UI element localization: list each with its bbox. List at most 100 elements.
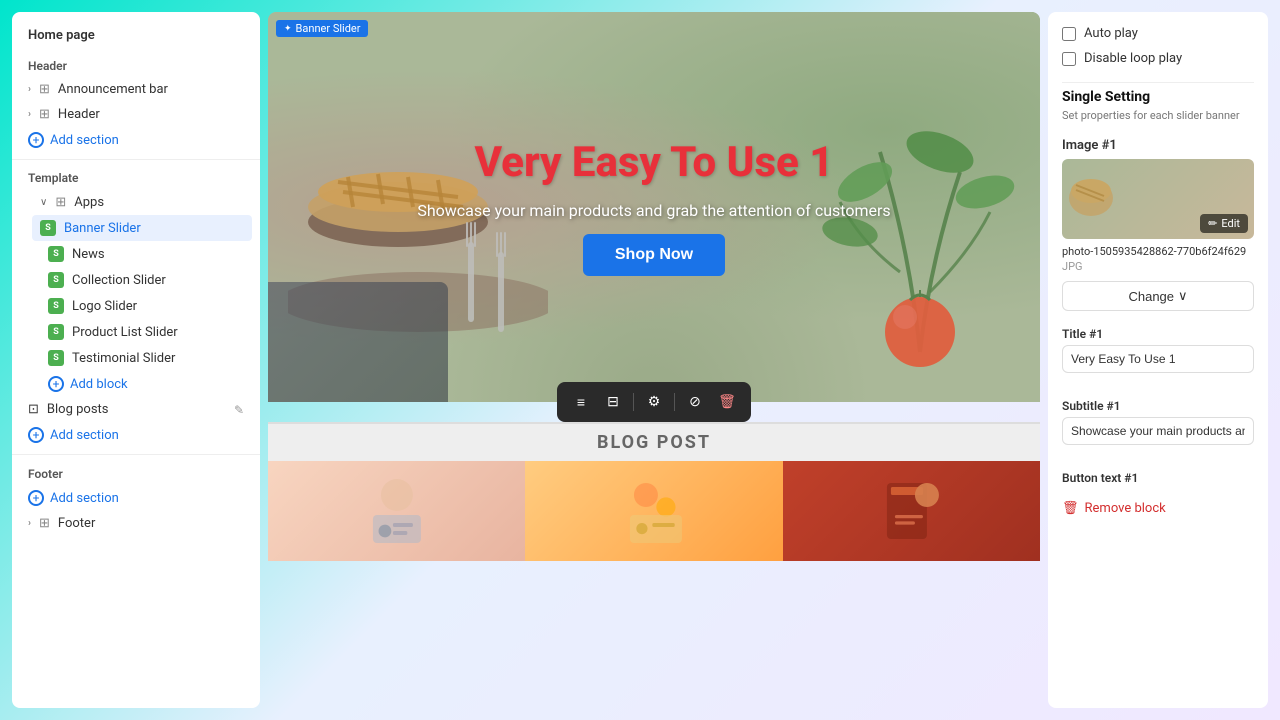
s-badge-product: S [48, 324, 64, 340]
add-section-template-label: Add section [50, 428, 119, 443]
single-setting-section: Single Setting Set properties for each s… [1062, 89, 1254, 122]
single-setting-title: Single Setting [1062, 89, 1254, 105]
add-section-header-label: Add section [50, 133, 119, 148]
trash-icon: 🗑 [1062, 501, 1079, 516]
blog-posts-label: Blog posts [47, 402, 109, 417]
banner-subtitle: Showcase your main products and grab the… [417, 201, 890, 220]
image-ext: JPG [1062, 260, 1254, 273]
blog-image-2 [525, 461, 782, 561]
grid-icon: ⊞ [39, 82, 50, 97]
chevron-down-icon: ∨ [1178, 288, 1188, 304]
banner-slider-label: Banner Slider [64, 221, 141, 236]
image-edit-button[interactable]: ✏ Edit [1200, 214, 1248, 233]
right-settings-panel: Auto play Disable loop play Single Setti… [1048, 12, 1268, 708]
product-list-slider-label: Product List Slider [72, 325, 178, 340]
single-setting-sub: Set properties for each slider banner [1062, 109, 1254, 122]
sidebar-item-news[interactable]: S News [24, 241, 260, 267]
disable-loop-row: Disable loop play [1062, 51, 1254, 66]
collection-slider-label: Collection Slider [72, 273, 166, 288]
image-filename: photo-1505935428862-770b6f24f629 [1062, 245, 1254, 258]
toolbar-block-button[interactable]: ⊘ [681, 388, 709, 416]
sidebar-item-collection-slider[interactable]: S Collection Slider [24, 267, 260, 293]
blog-edit-icon[interactable]: ✎ [234, 403, 244, 417]
banner-slider-section: ✦ Banner Slider [268, 12, 1040, 402]
plus-circle-template: + [28, 427, 44, 443]
preview-art [1066, 163, 1126, 235]
divider-2 [12, 454, 260, 455]
toolbar-divider-1 [633, 393, 634, 411]
chevron-down-icon: ∨ [40, 197, 47, 208]
disable-loop-checkbox[interactable] [1062, 52, 1076, 66]
sidebar-item-announcement-bar[interactable]: › ⊞ Announcement bar [12, 77, 260, 102]
button-text-section: Button text #1 [1062, 471, 1254, 485]
sidebar-item-banner-slider[interactable]: S Banner Slider [32, 215, 252, 241]
banner-title: Very Easy To Use 1 [474, 138, 833, 187]
remove-block-label: Remove block [1085, 501, 1166, 516]
image-label: Image #1 [1062, 138, 1254, 153]
plus-circle-footer: + [28, 490, 44, 506]
sidebar-item-logo-slider[interactable]: S Logo Slider [24, 293, 260, 319]
autoplay-checkbox[interactable] [1062, 27, 1076, 41]
toolbar-settings-button[interactable]: ⚙ [640, 388, 668, 416]
chevron-right-icon-2: › [28, 109, 31, 120]
remove-block-button[interactable]: 🗑 Remove block [1062, 501, 1254, 516]
apps-label: Apps [74, 195, 104, 210]
s-badge-banner: S [40, 220, 56, 236]
footer-label: Footer [58, 516, 95, 531]
shop-now-button[interactable]: Shop Now [583, 234, 725, 276]
blog-image-3 [783, 461, 1040, 561]
news-label: News [72, 247, 105, 262]
testimonial-slider-label: Testimonial Slider [72, 351, 175, 366]
sidebar-item-blog-posts[interactable]: ⊡ Blog posts ✎ [12, 397, 260, 422]
blog-art-3 [808, 471, 1014, 551]
announcement-bar-label: Announcement bar [58, 82, 168, 97]
logo-slider-label: Logo Slider [72, 299, 137, 314]
template-label: Template [28, 171, 79, 185]
change-image-button[interactable]: Change ∨ [1062, 281, 1254, 311]
title-field-label: Title #1 [1062, 327, 1254, 341]
autoplay-section: Auto play Disable loop play [1062, 26, 1254, 66]
footer-section-label: Footer [12, 461, 260, 485]
chevron-right-footer: › [28, 518, 31, 529]
subtitle-field-section: Subtitle #1 [1062, 399, 1254, 455]
image-preview: ✏ Edit [1062, 159, 1254, 239]
add-block-label: Add block [70, 377, 128, 392]
add-section-footer-label: Add section [50, 491, 119, 506]
cloth-decoration [268, 282, 448, 402]
disable-loop-label: Disable loop play [1084, 51, 1182, 66]
subtitle-field-input[interactable] [1062, 417, 1254, 445]
sidebar-item-testimonial[interactable]: S Testimonial Slider [24, 345, 260, 371]
add-section-header-button[interactable]: + Add section [12, 127, 260, 153]
page-title: Home page [12, 24, 260, 53]
apps-icon: ⊞ [55, 195, 66, 210]
chevron-right-icon: › [28, 84, 31, 95]
toolbar-delete-button[interactable]: 🗑 [713, 388, 741, 416]
s-badge-logo: S [48, 298, 64, 314]
banner-image-area: Very Easy To Use 1 Showcase your main pr… [268, 12, 1040, 402]
plus-icon: + [28, 132, 44, 148]
s-badge-collection: S [48, 272, 64, 288]
title-field-input[interactable] [1062, 345, 1254, 373]
blog-post-label: BLOG POST [268, 422, 1040, 461]
autoplay-label: Auto play [1084, 26, 1138, 41]
divider-1 [12, 159, 260, 160]
subtitle-field-label: Subtitle #1 [1062, 399, 1254, 413]
toolbar-list-button[interactable]: ⊟ [599, 388, 627, 416]
sidebar-item-product-list[interactable]: S Product List Slider [24, 319, 260, 345]
blog-post-section: BLOG POST [268, 422, 1040, 561]
banner-section-label: ✦ Banner Slider [276, 20, 368, 37]
toolbar-align-left-button[interactable]: ≡ [567, 388, 595, 416]
image-section: Image #1 ✏ Edit photo-1505935428862-770b… [1062, 138, 1254, 311]
button-text-label: Button text #1 [1062, 471, 1254, 485]
add-block-button[interactable]: + Add block [24, 371, 260, 397]
template-section-header[interactable]: Template [12, 166, 260, 190]
header-label: Header [58, 107, 100, 122]
add-section-footer-button[interactable]: + Add section [12, 485, 260, 511]
sidebar-item-apps[interactable]: ∨ ⊞ Apps [24, 190, 260, 215]
sidebar-item-header[interactable]: › ⊞ Header [12, 102, 260, 127]
floating-toolbar: ≡ ⊟ ⚙ ⊘ 🗑 [268, 402, 1040, 422]
header-section-label: Header [12, 53, 260, 77]
blog-image-1 [268, 461, 525, 561]
add-section-template-button[interactable]: + Add section [12, 422, 260, 448]
sidebar-item-footer[interactable]: › ⊞ Footer [12, 511, 260, 536]
